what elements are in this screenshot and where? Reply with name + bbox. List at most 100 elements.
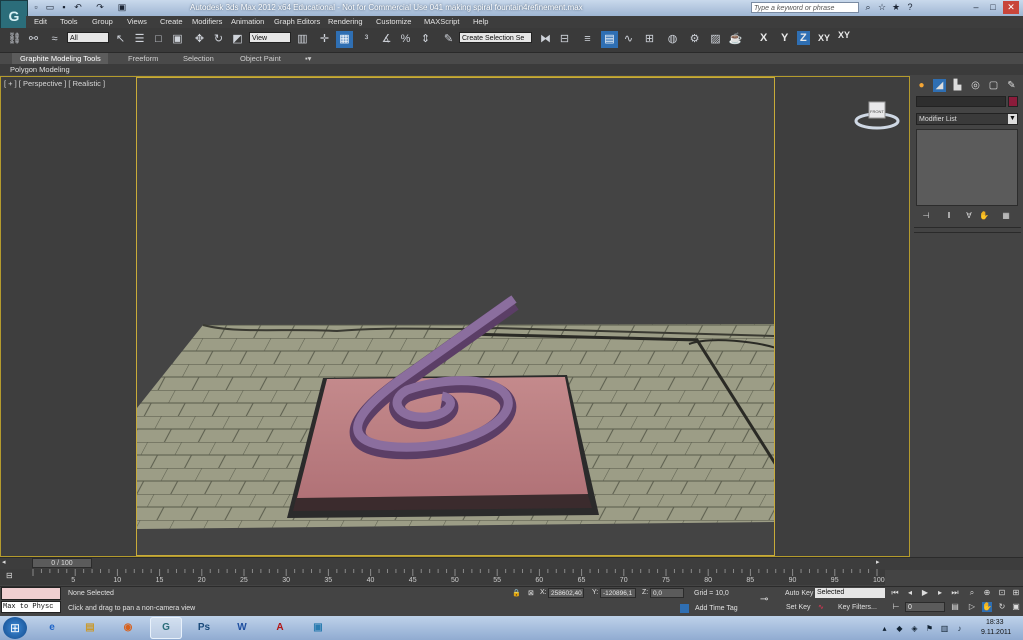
start-button[interactable]: ⊞ — [3, 617, 27, 639]
menu-rendering[interactable]: Rendering — [328, 17, 363, 26]
minimize-icon[interactable]: – — [968, 1, 984, 14]
open-icon[interactable]: ▭ — [44, 2, 56, 13]
ribbon-options-icon[interactable]: ▪▾ — [305, 54, 311, 63]
angle-snap-icon[interactable]: ∡ — [378, 31, 395, 48]
taskbar-ie-icon[interactable]: e — [36, 617, 68, 639]
axis-xy-button[interactable]: XY — [818, 33, 830, 43]
pin-stack-icon[interactable]: ⊣ — [920, 211, 932, 221]
maximize-icon[interactable]: □ — [985, 1, 1001, 14]
tab-selection[interactable]: Selection — [183, 54, 214, 63]
utilities-tab-icon[interactable]: ✎ — [1005, 79, 1018, 92]
mirror-icon[interactable]: ⧓ — [537, 31, 554, 48]
snaps-toggle-icon[interactable]: ³ — [358, 31, 375, 48]
move-icon[interactable]: ✥ — [191, 31, 208, 48]
tab-object-paint[interactable]: Object Paint — [240, 54, 281, 63]
menu-modifiers[interactable]: Modifiers — [192, 17, 222, 26]
curve-editor-icon[interactable]: ∿ — [620, 31, 637, 48]
menu-create[interactable]: Create — [160, 17, 183, 26]
current-frame-field[interactable]: 0 — [905, 602, 945, 612]
menu-maxscript[interactable]: MAXScript — [424, 17, 459, 26]
material-editor-icon[interactable]: ◍ — [664, 31, 681, 48]
add-time-tag[interactable]: Add Time Tag — [695, 605, 738, 612]
zoom-all-icon[interactable]: ⊕ — [982, 588, 992, 598]
volume-icon[interactable]: ♪ — [955, 624, 964, 633]
menu-views[interactable]: Views — [127, 17, 147, 26]
taskbar-firefox-icon[interactable]: ◉ — [112, 617, 144, 639]
zoom-icon[interactable]: ⌕ — [967, 588, 977, 598]
set-key-button[interactable]: Set Key — [786, 604, 811, 611]
link-icon[interactable]: ⛓ — [6, 31, 23, 48]
taskbar-word-icon[interactable]: W — [226, 617, 258, 639]
curve-editor-mini-icon[interactable]: ⊟ — [6, 571, 20, 581]
goto-end-icon[interactable]: ⏭ — [950, 588, 960, 598]
flag-icon[interactable]: ⚑ — [925, 624, 934, 633]
taskbar-3dsmax-icon[interactable]: G — [150, 617, 182, 639]
undo-icon[interactable]: ↶ — [72, 2, 84, 13]
maximize-viewport-icon[interactable]: ▣ — [1011, 602, 1021, 612]
configure-sets-icon[interactable]: ▦ — [1000, 211, 1012, 221]
time-tag-icon[interactable] — [680, 604, 689, 613]
goto-start-icon[interactable]: ⏮ — [890, 588, 900, 598]
modify-tab-icon[interactable]: ◢ — [933, 79, 946, 92]
redo-icon[interactable]: ↷ — [94, 2, 106, 13]
help-icon[interactable]: ? — [904, 2, 916, 13]
rect-selection-icon[interactable]: □ — [150, 31, 167, 48]
x-coord-field[interactable]: 258602,40 — [548, 588, 584, 598]
taskbar-acrobat-icon[interactable]: A — [264, 617, 296, 639]
search-input[interactable]: Type a keyword or phrase — [751, 2, 859, 13]
render-production-icon[interactable]: ☕ — [727, 31, 744, 48]
rotate-icon[interactable]: ↻ — [210, 31, 227, 48]
pivot-center-icon[interactable]: ▥ — [294, 31, 311, 48]
z-coord-field[interactable]: 0,0 — [650, 588, 684, 598]
select-by-name-icon[interactable]: ☰ — [131, 31, 148, 48]
spinner-snap-icon[interactable]: ⇕ — [417, 31, 434, 48]
motion-tab-icon[interactable]: ◎ — [969, 79, 982, 92]
search-icon[interactable]: ⌕ — [862, 2, 874, 13]
render-setup-icon[interactable]: ⚙ — [686, 31, 703, 48]
taskbar-explorer-icon[interactable]: ▤ — [74, 617, 106, 639]
time-slider-thumb[interactable]: 0 / 100 — [32, 558, 92, 568]
rendered-frame-icon[interactable]: ▨ — [707, 31, 724, 48]
select-manipulate-icon[interactable]: ✛ — [316, 31, 333, 48]
axis-xy-cycle-button[interactable]: XY — [838, 30, 850, 40]
pan-view-icon[interactable]: ✋ — [982, 602, 992, 612]
clock-time[interactable]: 18:33 — [986, 619, 1004, 626]
menu-tools[interactable]: Tools — [60, 17, 78, 26]
object-color-swatch[interactable] — [1008, 96, 1018, 107]
selected-dropdown[interactable]: Selected — [815, 588, 885, 598]
graphite-toggle-icon[interactable]: ▤ — [601, 31, 618, 48]
make-unique-icon[interactable]: ∀ — [963, 211, 975, 221]
slider-next-icon[interactable]: ▸ — [876, 558, 886, 568]
maxscript-listener[interactable]: Max to Physc — [1, 601, 61, 613]
select-object-icon[interactable]: ↖ — [112, 31, 129, 48]
perspective-viewport[interactable] — [136, 77, 775, 556]
menu-help[interactable]: Help — [473, 17, 488, 26]
absolute-mode-icon[interactable]: ⊠ — [528, 589, 534, 597]
modifier-stack[interactable] — [916, 129, 1018, 206]
ref-coord-dropdown[interactable]: View — [249, 32, 291, 43]
percent-snap-icon[interactable]: % — [397, 31, 414, 48]
lock-icon[interactable]: 🔒 — [512, 589, 521, 597]
create-tab-icon[interactable]: ● — [915, 79, 928, 92]
named-selection-dropdown[interactable]: Create Selection Se — [459, 32, 532, 43]
tray-arrow-icon[interactable]: ▴ — [880, 624, 889, 633]
project-icon[interactable]: ▣ — [116, 2, 128, 13]
ribbon-polygon-modeling-label[interactable]: Polygon Modeling — [10, 65, 70, 74]
remove-modifier-icon[interactable]: ✋ — [978, 211, 990, 221]
modifier-list-dropdown[interactable]: Modifier List — [916, 113, 1018, 125]
key-mode-toggle-icon[interactable]: ⊢ — [891, 602, 901, 612]
bind-spacewarp-icon[interactable]: ≈ — [46, 31, 63, 48]
axis-y-button[interactable]: Y — [781, 32, 788, 44]
menu-edit[interactable]: Edit — [34, 17, 47, 26]
auto-key-button[interactable]: Auto Key — [785, 590, 813, 597]
key-icon[interactable]: ⊸ — [760, 594, 768, 605]
menu-group[interactable]: Group — [92, 17, 113, 26]
unlink-icon[interactable]: ⚯ — [25, 31, 42, 48]
menu-animation[interactable]: Animation — [231, 17, 264, 26]
tray-app-icon[interactable]: ◆ — [895, 624, 904, 633]
edit-named-sel-icon[interactable]: ✎ — [440, 31, 457, 48]
keyboard-shortcut-icon[interactable]: ▦ — [336, 31, 353, 48]
clock-date[interactable]: 9.11.2011 — [981, 629, 1011, 636]
next-frame-icon[interactable]: ▸ — [935, 588, 945, 598]
display-tab-icon[interactable]: ▢ — [987, 79, 1000, 92]
